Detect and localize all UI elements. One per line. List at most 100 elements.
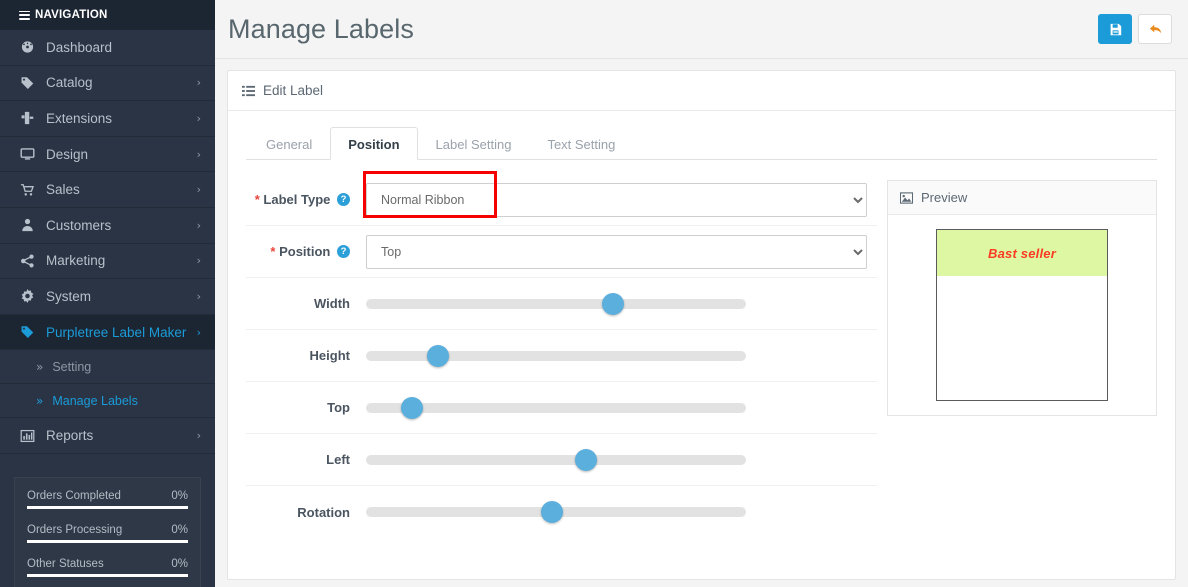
form-area: * Label Type ? Normal Ribbon * Position …	[246, 160, 1157, 538]
share-icon	[20, 254, 42, 268]
stat-value: 0%	[171, 523, 188, 536]
tab-bar: General Position Label Setting Text Setting	[246, 127, 1157, 160]
slider-thumb[interactable]	[602, 292, 624, 315]
chevron-right-icon: ›	[196, 254, 201, 268]
height-label: Height	[309, 348, 350, 363]
preview-body: Bast seller	[888, 215, 1156, 415]
header-buttons	[1098, 14, 1176, 44]
sidebar-item-label: Catalog	[46, 75, 93, 91]
rotation-slider[interactable]	[366, 501, 746, 523]
sidebar-subitem-setting[interactable]: » Setting	[0, 350, 215, 385]
label-type-select[interactable]: Normal Ribbon	[366, 182, 867, 217]
sidebar-subitem-label: Setting	[52, 359, 92, 374]
tab-general[interactable]: General	[248, 127, 330, 160]
sidebar-subitem-label: Manage Labels	[52, 393, 138, 408]
list-icon	[242, 85, 255, 97]
gear-icon	[20, 289, 42, 304]
sidebar-item-system[interactable]: System ›	[0, 279, 215, 315]
slider-thumb[interactable]	[427, 344, 450, 367]
width-slider[interactable]	[366, 292, 746, 315]
sidebar-item-extensions[interactable]: Extensions ›	[0, 101, 215, 137]
form-row-left: Left	[246, 434, 877, 486]
panel-body: General Position Label Setting Text Setting…	[228, 111, 1175, 548]
chevron-right-icon: ›	[196, 183, 201, 197]
edit-label-panel: Edit Label General Position Label Setting T…	[227, 70, 1176, 580]
preview-title: Preview	[921, 190, 968, 205]
sidebar-item-design[interactable]: Design ›	[0, 137, 215, 173]
sidebar-item-label: System	[46, 288, 92, 304]
image-icon	[900, 191, 913, 204]
sidebar-item-label: Extensions	[46, 110, 113, 126]
sidebar-stats-box: Orders Completed 0% Orders Processing 0% Oth…	[14, 476, 201, 587]
width-control	[366, 292, 877, 315]
slider-thumb[interactable]	[541, 501, 564, 523]
page-header: Manage Labels	[215, 0, 1188, 59]
back-button[interactable]	[1138, 14, 1172, 44]
sidebar-item-customers[interactable]: Customers ›	[0, 208, 215, 244]
sidebar-item-reports[interactable]: Reports ›	[0, 418, 215, 454]
slider-track[interactable]	[366, 402, 746, 413]
help-icon[interactable]: ?	[337, 245, 350, 259]
back-arrow-icon	[1149, 24, 1161, 34]
top-slider[interactable]	[366, 396, 746, 419]
rotation-label: Rotation	[297, 504, 350, 520]
form-row-width: Width	[246, 278, 877, 330]
label-type-label: * Label Type ?	[246, 190, 366, 209]
help-icon[interactable]: ?	[337, 193, 350, 207]
form-left-column: * Label Type ? Normal Ribbon * Position …	[246, 170, 877, 538]
stat-label: Orders Processing	[27, 523, 123, 536]
height-slider[interactable]	[366, 344, 746, 367]
save-floppy-icon	[1110, 23, 1121, 35]
form-row-rotation: Rotation	[246, 486, 877, 538]
navigation-header[interactable]: NAVIGATION	[0, 0, 215, 30]
main-content: Manage Labels Edit Label General Positio…	[215, 0, 1188, 587]
position-control: Top	[366, 234, 877, 269]
tab-text-setting[interactable]: Text Setting	[529, 127, 633, 160]
required-asterisk: *	[270, 244, 276, 259]
slider-thumb[interactable]	[575, 448, 598, 471]
stat-value: 0%	[171, 557, 188, 570]
sidebar-nav-list: Dashboard Catalog › Extensions › Design › Sales…	[0, 30, 215, 454]
double-chevron-icon: »	[36, 359, 44, 374]
tab-label-setting[interactable]: Label Setting	[418, 127, 530, 160]
double-chevron-icon: »	[36, 393, 44, 408]
position-select[interactable]: Top	[366, 234, 867, 269]
label-preview-canvas: Bast seller	[936, 229, 1108, 401]
tag-icon	[20, 325, 42, 339]
required-asterisk: *	[254, 192, 260, 207]
tab-position[interactable]: Position	[330, 127, 418, 160]
stat-value: 0%	[171, 489, 188, 502]
save-button[interactable]	[1098, 14, 1132, 44]
sidebar-subitem-manage-labels[interactable]: » Manage Labels	[0, 384, 215, 419]
sidebar-item-sales[interactable]: Sales ›	[0, 172, 215, 208]
slider-track[interactable]	[366, 454, 746, 465]
slider-track[interactable]	[366, 350, 746, 361]
form-row-top: Top	[246, 382, 877, 434]
chevron-right-icon: ›	[196, 218, 201, 232]
preview-header: Preview	[888, 181, 1156, 215]
sidebar-item-marketing[interactable]: Marketing ›	[0, 244, 215, 280]
form-row-height: Height	[246, 330, 877, 382]
label-type-control: Normal Ribbon	[363, 170, 877, 218]
chart-icon	[20, 429, 42, 443]
puzzle-icon	[20, 111, 42, 125]
tag-icon	[20, 76, 42, 90]
label-type-label-text: Label Type	[263, 192, 331, 207]
page-title: Manage Labels	[228, 13, 414, 44]
height-control	[366, 344, 877, 367]
user-icon	[20, 218, 42, 232]
left-slider[interactable]	[366, 448, 746, 471]
slider-thumb[interactable]	[400, 396, 423, 419]
chevron-right-icon: ›	[196, 289, 201, 303]
chevron-right-icon: ›	[196, 147, 201, 161]
stat-row: Orders Completed 0%	[27, 482, 188, 509]
cart-icon	[20, 183, 42, 197]
sidebar-item-label: Reports	[46, 428, 94, 444]
preview-label-text: Bast seller	[988, 245, 1056, 261]
slider-track[interactable]	[366, 298, 746, 309]
sidebar-item-dashboard[interactable]: Dashboard	[0, 30, 215, 66]
sidebar-item-purpletree-label-maker[interactable]: Purpletree Label Maker ›	[0, 314, 215, 351]
top-control	[366, 396, 877, 419]
sidebar-item-catalog[interactable]: Catalog ›	[0, 66, 215, 102]
sidebar-item-label: Design	[46, 146, 89, 162]
